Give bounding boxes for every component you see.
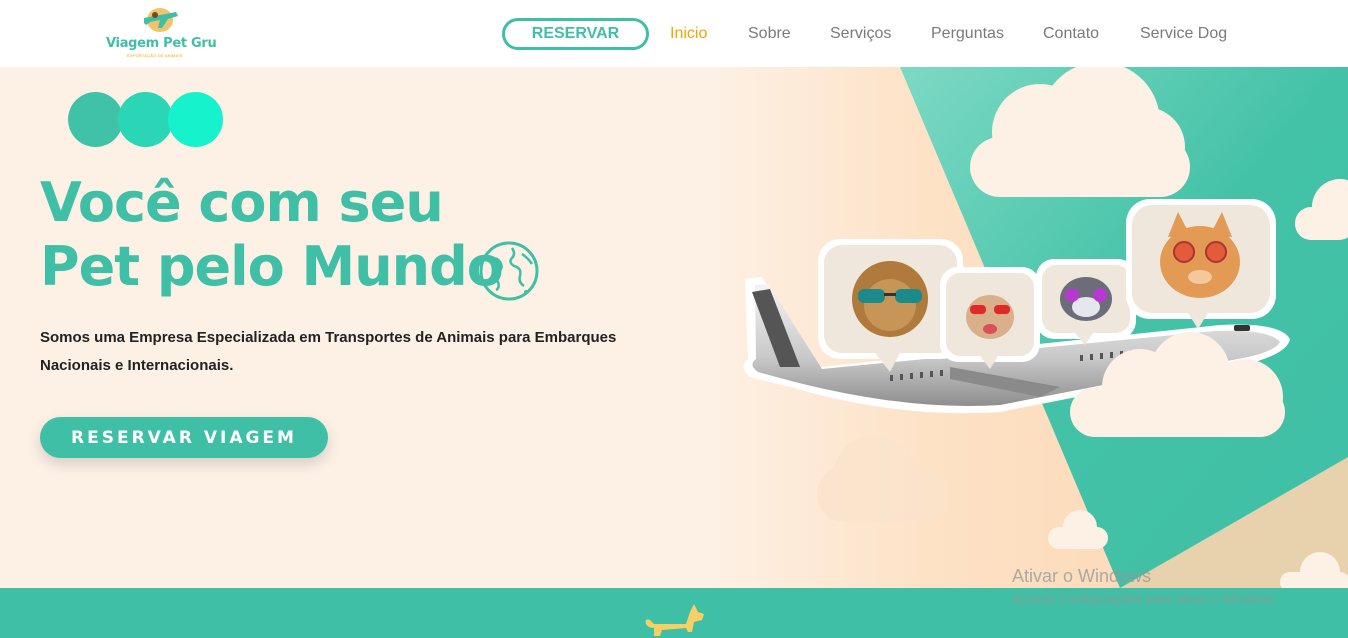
nav-item-servicos[interactable]: Serviços	[830, 25, 891, 43]
logo-text: Viagem Pet Gru	[106, 36, 217, 51]
hero-description: Somos uma Empresa Especializada em Trans…	[40, 329, 617, 374]
windows-activation-subtitle: Acesse Configurações para ativar o Windo…	[1012, 591, 1278, 606]
nav-item-contato[interactable]: Contato	[1043, 25, 1099, 43]
nav-item-inicio[interactable]: Inicio	[670, 25, 707, 43]
site-header: Viagem Pet Gru EXPORTAÇÃO DE ANIMAIS RES…	[0, 0, 1348, 67]
nav-item-sobre[interactable]: Sobre	[748, 25, 791, 43]
hero-title-line2: Pet pelo Mundo	[40, 235, 504, 298]
logo-pet-plane-icon	[144, 8, 178, 32]
globe-icon	[479, 241, 539, 301]
hero-title-line1: Você com seu	[40, 171, 444, 234]
airplane-with-pets-icon	[700, 67, 1348, 588]
nav-item-perguntas[interactable]: Perguntas	[931, 25, 1004, 43]
logo[interactable]: Viagem Pet Gru EXPORTAÇÃO DE ANIMAIS	[100, 4, 220, 60]
windows-activation-title: Ativar o Windows	[1012, 566, 1152, 586]
decorative-dot	[118, 92, 173, 147]
reserve-trip-button[interactable]: RESERVAR VIAGEM	[40, 417, 328, 458]
reserve-button[interactable]: RESERVAR	[502, 18, 649, 50]
decorative-dot	[168, 92, 223, 147]
nav-item-service-dog[interactable]: Service Dog	[1140, 25, 1227, 43]
hero-title: Você com seu Pet pelo Mundo	[40, 171, 504, 299]
hero-section: Você com seu Pet pelo Mundo Somos uma Em…	[0, 67, 1348, 588]
decorative-dot	[68, 92, 123, 147]
logo-subtitle: EXPORTAÇÃO DE ANIMAIS	[127, 53, 183, 58]
dog-icon	[645, 604, 704, 636]
